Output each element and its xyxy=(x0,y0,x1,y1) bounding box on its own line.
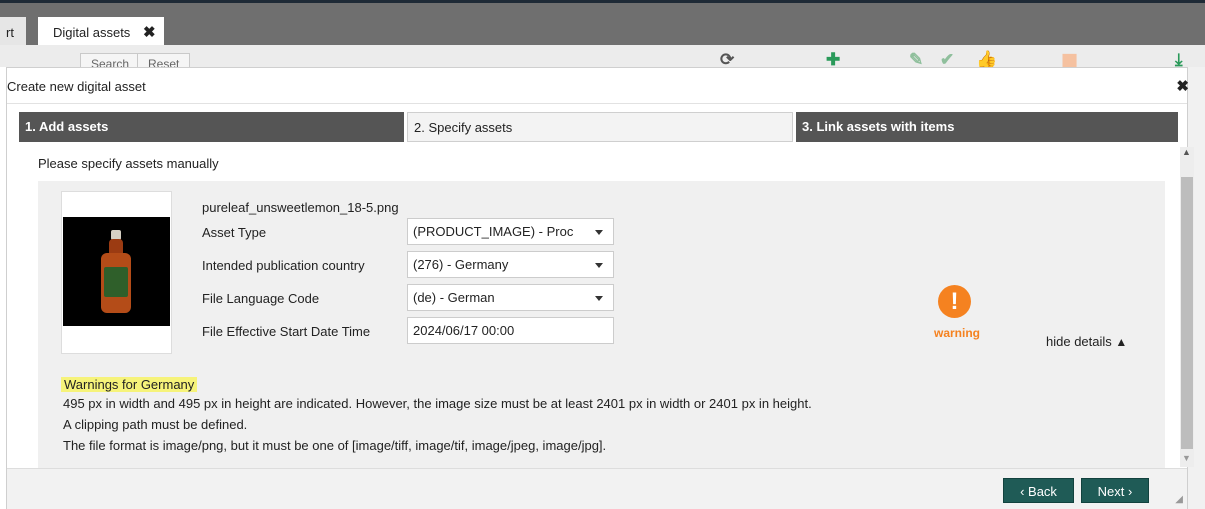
language-code-select[interactable]: (de) - German xyxy=(407,284,614,311)
warning-line: The file format is image/png, but it mus… xyxy=(63,438,607,453)
back-button[interactable]: ‹ Back xyxy=(1003,478,1074,503)
start-date-label: File Effective Start Date Time xyxy=(202,324,371,339)
dialog-subtitle: Please specify assets manually xyxy=(38,156,219,171)
tab-previous[interactable]: rt xyxy=(0,17,26,48)
warnings-heading: Warnings for Germany xyxy=(61,377,198,392)
warning-icon: ! xyxy=(938,285,971,318)
chevron-down-icon xyxy=(595,230,603,235)
chevron-down-icon xyxy=(595,263,603,268)
tab-previous-label: rt xyxy=(6,25,14,40)
asset-type-select[interactable]: (PRODUCT_IMAGE) - Proc xyxy=(407,218,614,245)
dialog-footer: ‹ Back Next › ◢ xyxy=(7,468,1187,509)
step-add-assets: 1. Add assets xyxy=(19,112,404,142)
chevron-down-icon xyxy=(595,296,603,301)
asset-type-label: Asset Type xyxy=(202,225,267,240)
tab-bar: rt Digital assets ✖ xyxy=(0,0,1205,48)
tab-close-icon[interactable]: ✖ xyxy=(143,23,156,41)
publication-country-select[interactable]: (276) - Germany xyxy=(407,251,614,278)
warning-status-text: warning xyxy=(934,326,981,340)
step-link-assets: 3. Link assets with items xyxy=(796,112,1178,142)
language-code-label: File Language Code xyxy=(202,291,320,306)
start-date-value: 2024/06/17 00:00 xyxy=(413,323,515,338)
tab-digital-assets[interactable]: Digital assets ✖ xyxy=(38,17,164,48)
dialog-title: Create new digital asset xyxy=(7,79,146,94)
scroll-down-icon[interactable]: ▼ xyxy=(1182,453,1191,463)
scroll-up-icon[interactable]: ▲ xyxy=(1182,147,1191,157)
language-code-value: (de) - German xyxy=(413,290,495,305)
asset-thumbnail xyxy=(61,191,172,354)
dialog-scrollbar[interactable]: ▲ ▼ xyxy=(1180,147,1194,467)
create-asset-dialog: Create new digital asset ✖ 1. Add assets… xyxy=(6,67,1194,509)
background-toolbar: Search Reset xyxy=(0,45,1205,71)
publication-country-label: Intended publication country xyxy=(202,258,365,273)
next-button[interactable]: Next › xyxy=(1081,478,1149,503)
tab-digital-assets-label: Digital assets xyxy=(53,25,131,40)
warning-line: 495 px in width and 495 px in height are… xyxy=(63,396,812,411)
publication-country-value: (276) - Germany xyxy=(413,257,509,272)
hide-details-label: hide details xyxy=(1046,334,1112,349)
asset-image xyxy=(63,217,170,326)
resize-handle-icon[interactable]: ◢ xyxy=(1175,494,1183,505)
dialog-header: Create new digital asset ✖ xyxy=(7,68,1189,104)
hide-details-toggle[interactable]: hide details ▲ xyxy=(1046,334,1127,349)
step-specify-assets: 2. Specify assets xyxy=(407,112,793,142)
asset-filename: pureleaf_unsweetlemon_18-5.png xyxy=(202,200,399,215)
warning-line: A clipping path must be defined. xyxy=(63,417,248,432)
chevron-up-icon: ▲ xyxy=(1115,335,1128,349)
scrollbar-thumb[interactable] xyxy=(1181,177,1193,449)
start-date-input[interactable]: 2024/06/17 00:00 xyxy=(407,317,614,344)
asset-panel: pureleaf_unsweetlemon_18-5.png Asset Typ… xyxy=(38,181,1165,468)
asset-type-value: (PRODUCT_IMAGE) - Proc xyxy=(413,224,574,239)
dialog-close-icon[interactable]: ✖ xyxy=(1176,77,1189,95)
